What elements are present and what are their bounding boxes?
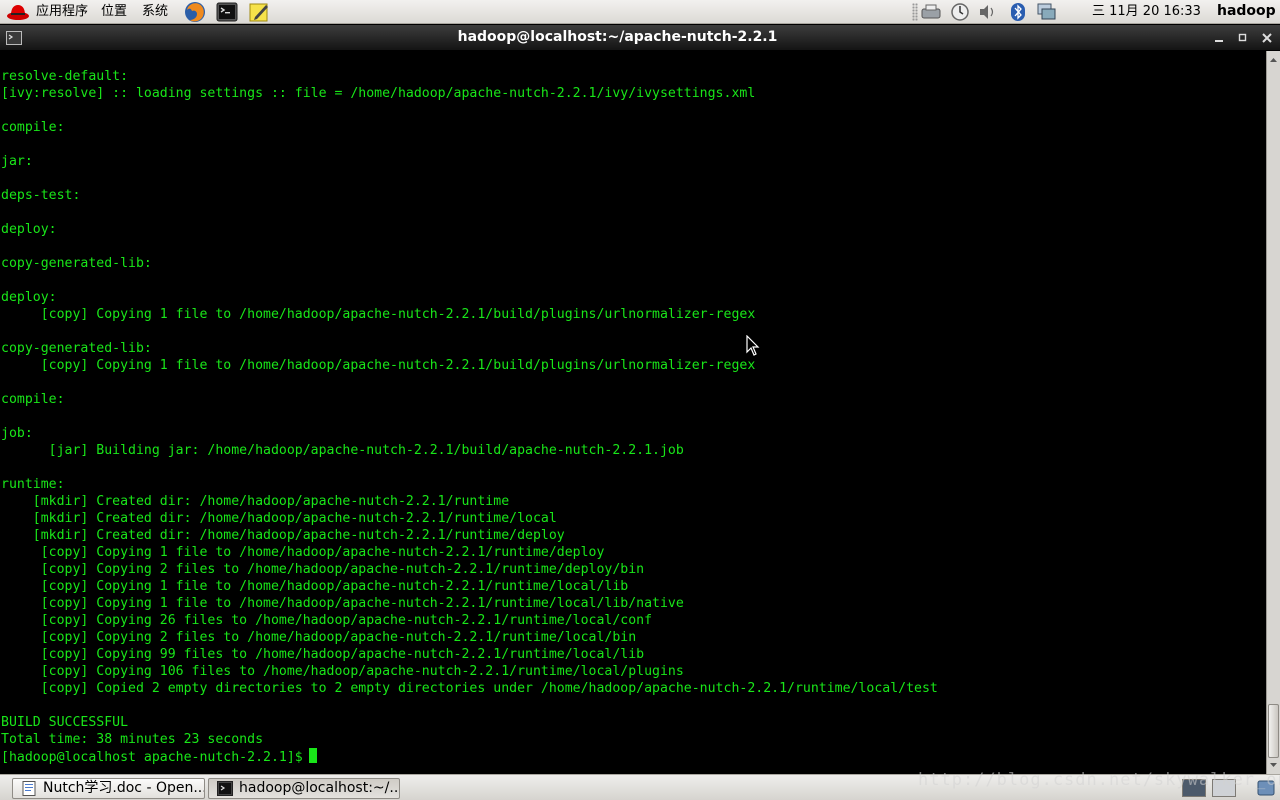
prompt-text: [hadoop@localhost apache-nutch-2.2.1]$ — [1, 750, 303, 765]
terminal-line: job: — [1, 426, 33, 441]
terminal-line: [copy] Copied 2 empty directories to 2 e… — [1, 681, 938, 696]
network-icon[interactable] — [1035, 2, 1057, 22]
terminal-line: [copy] Copying 99 files to /home/hadoop/… — [1, 647, 645, 662]
firefox-icon[interactable] — [184, 1, 206, 23]
scroll-up-icon[interactable] — [1267, 53, 1280, 67]
volume-icon[interactable] — [977, 2, 999, 22]
document-icon — [22, 781, 36, 796]
terminal-line: [mkdir] Created dir: /home/hadoop/apache… — [1, 494, 510, 509]
terminal-line: [mkdir] Created dir: /home/hadoop/apache… — [1, 528, 565, 543]
terminal-line: deploy: — [1, 222, 57, 237]
terminal-line: deps-test: — [1, 188, 81, 203]
mouse-pointer-icon — [746, 335, 760, 356]
terminal-line: [mkdir] Created dir: /home/hadoop/apache… — [1, 511, 557, 526]
terminal-line: [copy] Copying 1 file to /home/hadoop/ap… — [1, 596, 684, 611]
tray-separator — [912, 3, 918, 21]
terminal-line: [copy] Copying 26 files to /home/hadoop/… — [1, 613, 653, 628]
terminal-line: copy-generated-lib: — [1, 256, 152, 271]
terminal-line: [copy] Copying 2 files to /home/hadoop/a… — [1, 630, 637, 645]
applications-menu[interactable]: 应用程序 — [36, 4, 88, 20]
terminal-line: resolve-default: — [1, 69, 129, 84]
terminal-scrollbar[interactable] — [1266, 51, 1280, 774]
terminal-text: resolve-default:[ivy:resolve] :: loading… — [1, 68, 938, 765]
terminal-line: [ivy:resolve] :: loading settings :: fil… — [1, 86, 756, 101]
terminal-icon — [217, 781, 233, 796]
terminal-line: [copy] Copying 1 file to /home/hadoop/ap… — [1, 307, 756, 322]
scroll-thumb[interactable] — [1268, 704, 1279, 758]
system-menu[interactable]: 系统 — [142, 4, 168, 20]
window-title: hadoop@localhost:~/apache-nutch-2.2.1 — [457, 29, 778, 45]
terminal-line: copy-generated-lib: — [1, 341, 152, 356]
terminal-output[interactable]: resolve-default:[ivy:resolve] :: loading… — [0, 51, 1266, 774]
printer-status-icon[interactable] — [920, 2, 942, 22]
text-editor-icon[interactable] — [248, 1, 270, 23]
user-menu[interactable]: hadoop — [1217, 3, 1276, 20]
bluetooth-icon[interactable] — [1007, 2, 1029, 22]
terminal-line: jar: — [1, 154, 33, 169]
minimize-icon[interactable] — [1210, 29, 1228, 47]
update-clock-icon[interactable] — [949, 2, 971, 22]
close-icon[interactable] — [1258, 29, 1276, 47]
taskbar-label: hadoop@localhost:~/... — [239, 780, 400, 796]
terminal-launcher-icon[interactable] — [216, 1, 238, 23]
terminal-line: compile: — [1, 120, 65, 135]
places-menu[interactable]: 位置 — [101, 4, 127, 20]
terminal-line: compile: — [1, 392, 65, 407]
terminal-line: [copy] Copying 1 file to /home/hadoop/ap… — [1, 579, 629, 594]
terminal-line: BUILD SUCCESSFUL — [1, 715, 129, 730]
taskbar-button-document[interactable]: Nutch学习.doc - Open... — [12, 778, 205, 799]
maximize-icon[interactable] — [1234, 29, 1252, 47]
redhat-logo-icon[interactable] — [6, 2, 30, 22]
terminal-line: deploy: — [1, 290, 57, 305]
taskbar-label: Nutch学习.doc - Open... — [43, 780, 205, 796]
terminal-line: [copy] Copying 2 files to /home/hadoop/a… — [1, 562, 645, 577]
taskbar-button-terminal[interactable]: hadoop@localhost:~/... — [208, 778, 400, 799]
terminal-line: runtime: — [1, 477, 65, 492]
text-cursor — [308, 748, 317, 763]
terminal-line: [copy] Copying 1 file to /home/hadoop/ap… — [1, 358, 756, 373]
terminal-line: Total time: 38 minutes 23 seconds — [1, 732, 264, 747]
top-panel: 应用程序 位置 系统 三 11月 20 16:33 hadoop — [0, 0, 1280, 24]
clock[interactable]: 三 11月 20 16:33 — [1092, 4, 1201, 20]
terminal-line: [copy] Copying 1 file to /home/hadoop/ap… — [1, 545, 605, 560]
terminal-line: [jar] Building jar: /home/hadoop/apache-… — [1, 443, 684, 458]
window-titlebar[interactable]: hadoop@localhost:~/apache-nutch-2.2.1 — [0, 25, 1280, 51]
shell-prompt: [hadoop@localhost apache-nutch-2.2.1]$ — [1, 748, 938, 765]
terminal-line: [copy] Copying 106 files to /home/hadoop… — [1, 664, 684, 679]
watermark: http://blog.csdn.net/skywalker_only — [918, 770, 1280, 790]
